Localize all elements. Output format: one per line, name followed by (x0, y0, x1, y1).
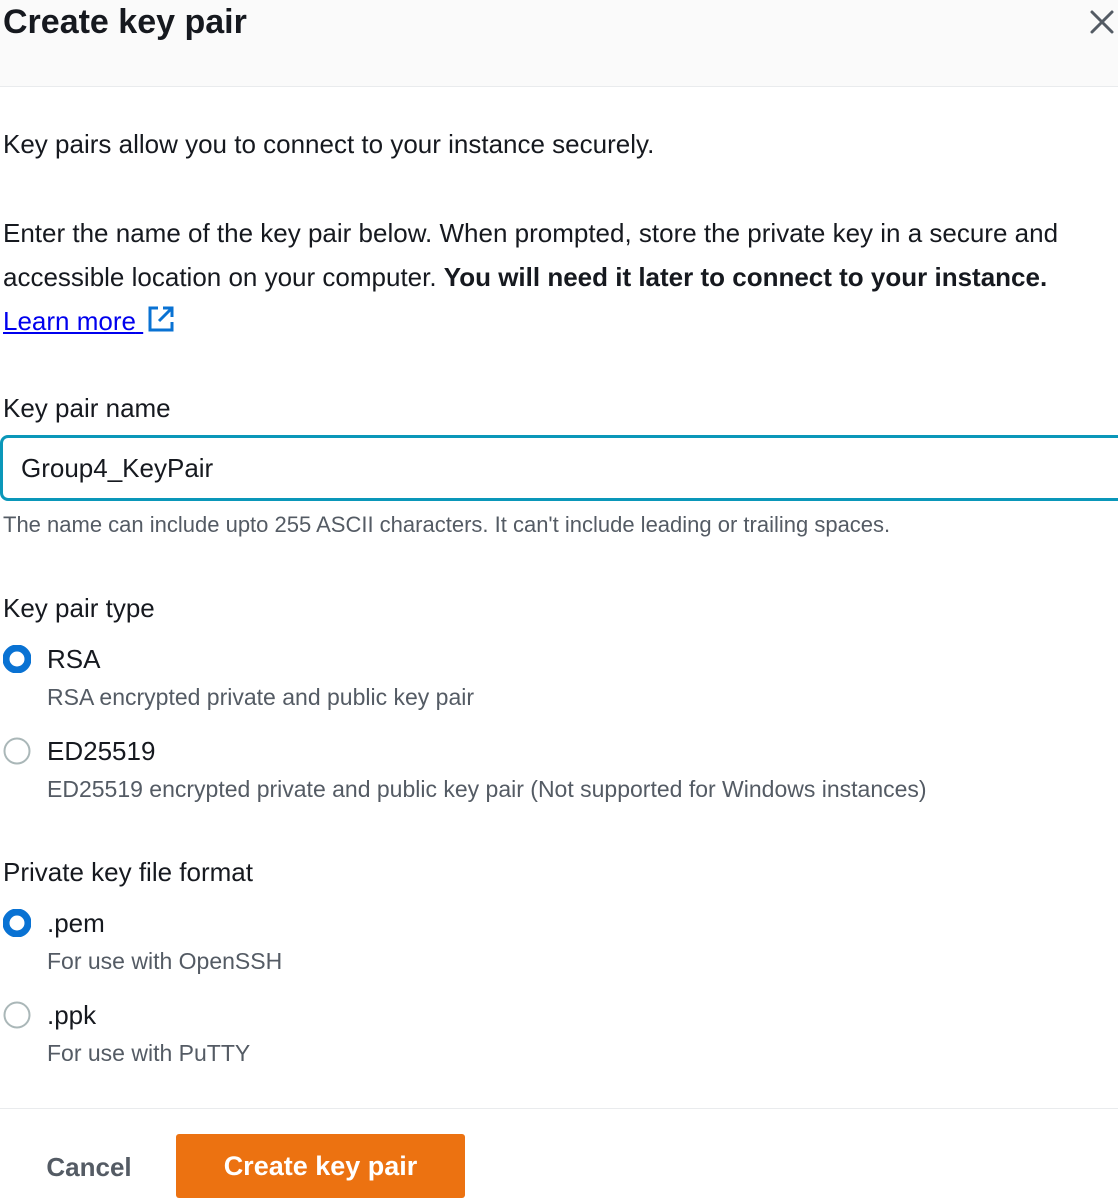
cancel-button[interactable]: Cancel (30, 1140, 148, 1194)
radio-ppk[interactable] (3, 1001, 31, 1029)
radio-ppk-description: For use with PuTTY (47, 1040, 251, 1066)
create-key-pair-button[interactable]: Create key pair (176, 1134, 465, 1198)
external-link-icon[interactable] (147, 305, 175, 333)
radio-ppk-label[interactable]: .ppk (47, 997, 96, 1033)
radio-ed25519-description: ED25519 encrypted private and public key… (47, 776, 927, 802)
key-pair-type-label: Key pair type (3, 593, 155, 623)
key-pair-name-label: Key pair name (3, 393, 171, 423)
description-text: Enter the name of the key pair below. Wh… (3, 211, 1115, 343)
footer-divider (0, 1108, 1118, 1109)
close-icon (1090, 10, 1114, 34)
radio-pem[interactable] (3, 909, 31, 937)
file-format-label: Private key file format (3, 857, 253, 887)
radio-ed25519[interactable] (3, 737, 31, 765)
learn-more-link[interactable]: Learn more (3, 306, 143, 336)
intro-text: Key pairs allow you to connect to your i… (3, 129, 655, 159)
key-pair-name-hint: The name can include upto 255 ASCII char… (3, 512, 891, 537)
key-pair-name-input[interactable] (0, 435, 1118, 501)
radio-rsa-description: RSA encrypted private and public key pai… (47, 684, 475, 710)
dialog-header: Create key pair (0, 0, 1118, 87)
radio-pem-description: For use with OpenSSH (47, 948, 283, 974)
close-button[interactable] (1086, 6, 1118, 38)
description-emphasis: You will need it later to connect to you… (443, 262, 1048, 292)
learn-more-label: Learn more (3, 306, 136, 336)
radio-rsa-label[interactable]: RSA (47, 641, 100, 677)
dialog-title: Create key pair (3, 3, 247, 41)
radio-rsa[interactable] (3, 645, 31, 673)
radio-ed25519-label[interactable]: ED25519 (47, 733, 155, 769)
radio-pem-label[interactable]: .pem (47, 905, 105, 941)
